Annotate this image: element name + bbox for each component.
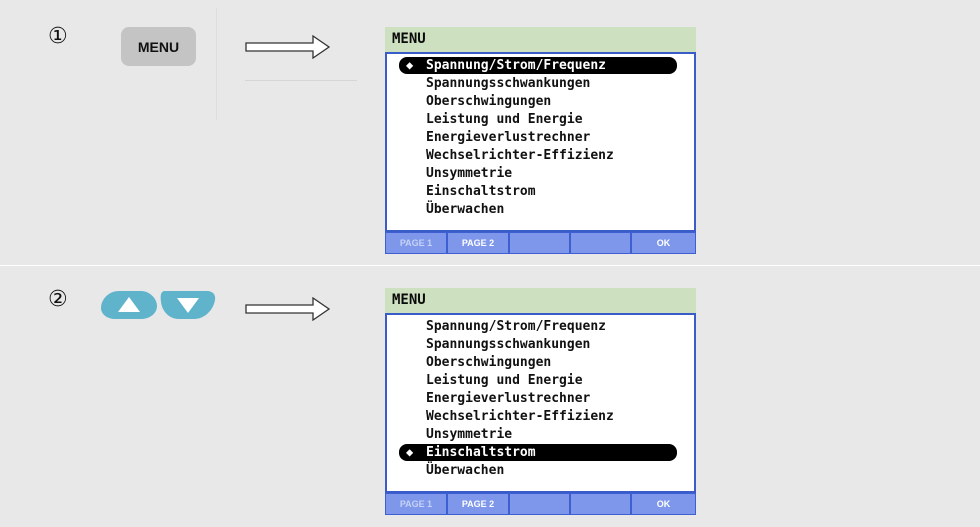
softkey-empty[interactable] (510, 233, 569, 253)
menu-item[interactable]: Überwachen (399, 201, 677, 218)
step-number: ① (48, 24, 68, 49)
menu-item-label: Überwachen (426, 463, 505, 478)
screen-title: MENU (385, 288, 696, 313)
menu-item-label: Leistung und Energie (426, 112, 583, 127)
softkey-page-1[interactable]: PAGE 1 (386, 494, 446, 514)
menu-item-selected[interactable]: ◆ Spannung/Strom/Frequenz (399, 57, 677, 74)
right-arrow-icon (245, 297, 331, 321)
menu-item-selected[interactable]: ◆ Einschaltstrom (399, 444, 677, 461)
menu-item[interactable]: Spannung/Strom/Frequenz (399, 318, 677, 335)
divider (216, 8, 217, 120)
menu-item-label: Wechselrichter-Effizienz (426, 148, 614, 163)
menu-item-label: Unsymmetrie (426, 166, 513, 181)
menu-item-label: Energieverlustrechner (426, 391, 591, 406)
menu-item[interactable]: Wechselrichter-Effizienz (399, 408, 677, 425)
menu-item[interactable]: Leistung und Energie (399, 372, 677, 389)
softkey-empty[interactable] (571, 494, 630, 514)
menu-item-label: Leistung und Energie (426, 373, 583, 388)
softkey-bar: PAGE 1 PAGE 2 OK (385, 493, 696, 515)
menu-item[interactable]: Überwachen (399, 462, 677, 479)
menu-item[interactable]: Energieverlustrechner (399, 129, 677, 146)
divider (245, 80, 357, 81)
menu-item[interactable]: Spannungsschwankungen (399, 336, 677, 353)
menu-item-label: Unsymmetrie (426, 427, 513, 442)
menu-item-label: Spannungsschwankungen (426, 76, 591, 91)
up-down-arrow-icon: ◆ (406, 445, 414, 459)
softkey-page-2[interactable]: PAGE 2 (448, 233, 508, 253)
menu-button[interactable]: MENU (121, 27, 196, 66)
instrument-screen: MENU Spannung/Strom/Frequenz Spannungssc… (385, 288, 696, 515)
softkey-ok[interactable]: OK (632, 494, 695, 514)
menu-item-label: Spannungsschwankungen (426, 337, 591, 352)
menu-item[interactable]: Oberschwingungen (399, 354, 677, 371)
menu-item[interactable]: Wechselrichter-Effizienz (399, 147, 677, 164)
softkey-ok[interactable]: OK (632, 233, 695, 253)
nav-keys (101, 291, 216, 319)
menu-item[interactable]: Unsymmetrie (399, 165, 677, 182)
step-1-panel: ① MENU MENU ◆ Spannung/Strom/Frequenz Spa… (0, 0, 980, 265)
menu-item-label: Oberschwingungen (426, 94, 552, 109)
menu-item[interactable]: Energieverlustrechner (399, 390, 677, 407)
menu-item-label: Oberschwingungen (426, 355, 552, 370)
menu-item[interactable]: Einschaltstrom (399, 183, 677, 200)
softkey-page-2[interactable]: PAGE 2 (448, 494, 508, 514)
softkey-empty[interactable] (571, 233, 630, 253)
softkey-empty[interactable] (510, 494, 569, 514)
up-down-arrow-icon: ◆ (406, 58, 414, 72)
right-arrow-icon (245, 35, 331, 59)
menu-item-label: Spannung/Strom/Frequenz (426, 58, 607, 73)
menu-item[interactable]: Unsymmetrie (399, 426, 677, 443)
up-arrow-key[interactable] (101, 291, 157, 319)
softkey-bar: PAGE 1 PAGE 2 OK (385, 232, 696, 254)
down-arrow-key[interactable] (160, 291, 216, 319)
menu-item-label: Überwachen (426, 202, 505, 217)
step-2-panel: ② MENU Spannung/Strom/Frequenz Spannungs… (0, 266, 980, 527)
menu-item-label: Energieverlustrechner (426, 130, 591, 145)
menu-list: Spannung/Strom/Frequenz Spannungsschwank… (385, 313, 696, 493)
menu-item[interactable]: Spannungsschwankungen (399, 75, 677, 92)
menu-item[interactable]: Leistung und Energie (399, 111, 677, 128)
menu-item-label: Spannung/Strom/Frequenz (426, 319, 607, 334)
step-number: ② (48, 287, 68, 312)
screen-title: MENU (385, 27, 696, 52)
softkey-page-1[interactable]: PAGE 1 (386, 233, 446, 253)
menu-item-label: Einschaltstrom (426, 445, 536, 460)
menu-list: ◆ Spannung/Strom/Frequenz Spannungsschwan… (385, 52, 696, 232)
menu-item-label: Wechselrichter-Effizienz (426, 409, 614, 424)
menu-item-label: Einschaltstrom (426, 184, 536, 199)
instrument-screen: MENU ◆ Spannung/Strom/Frequenz Spannungss… (385, 27, 696, 254)
menu-item[interactable]: Oberschwingungen (399, 93, 677, 110)
